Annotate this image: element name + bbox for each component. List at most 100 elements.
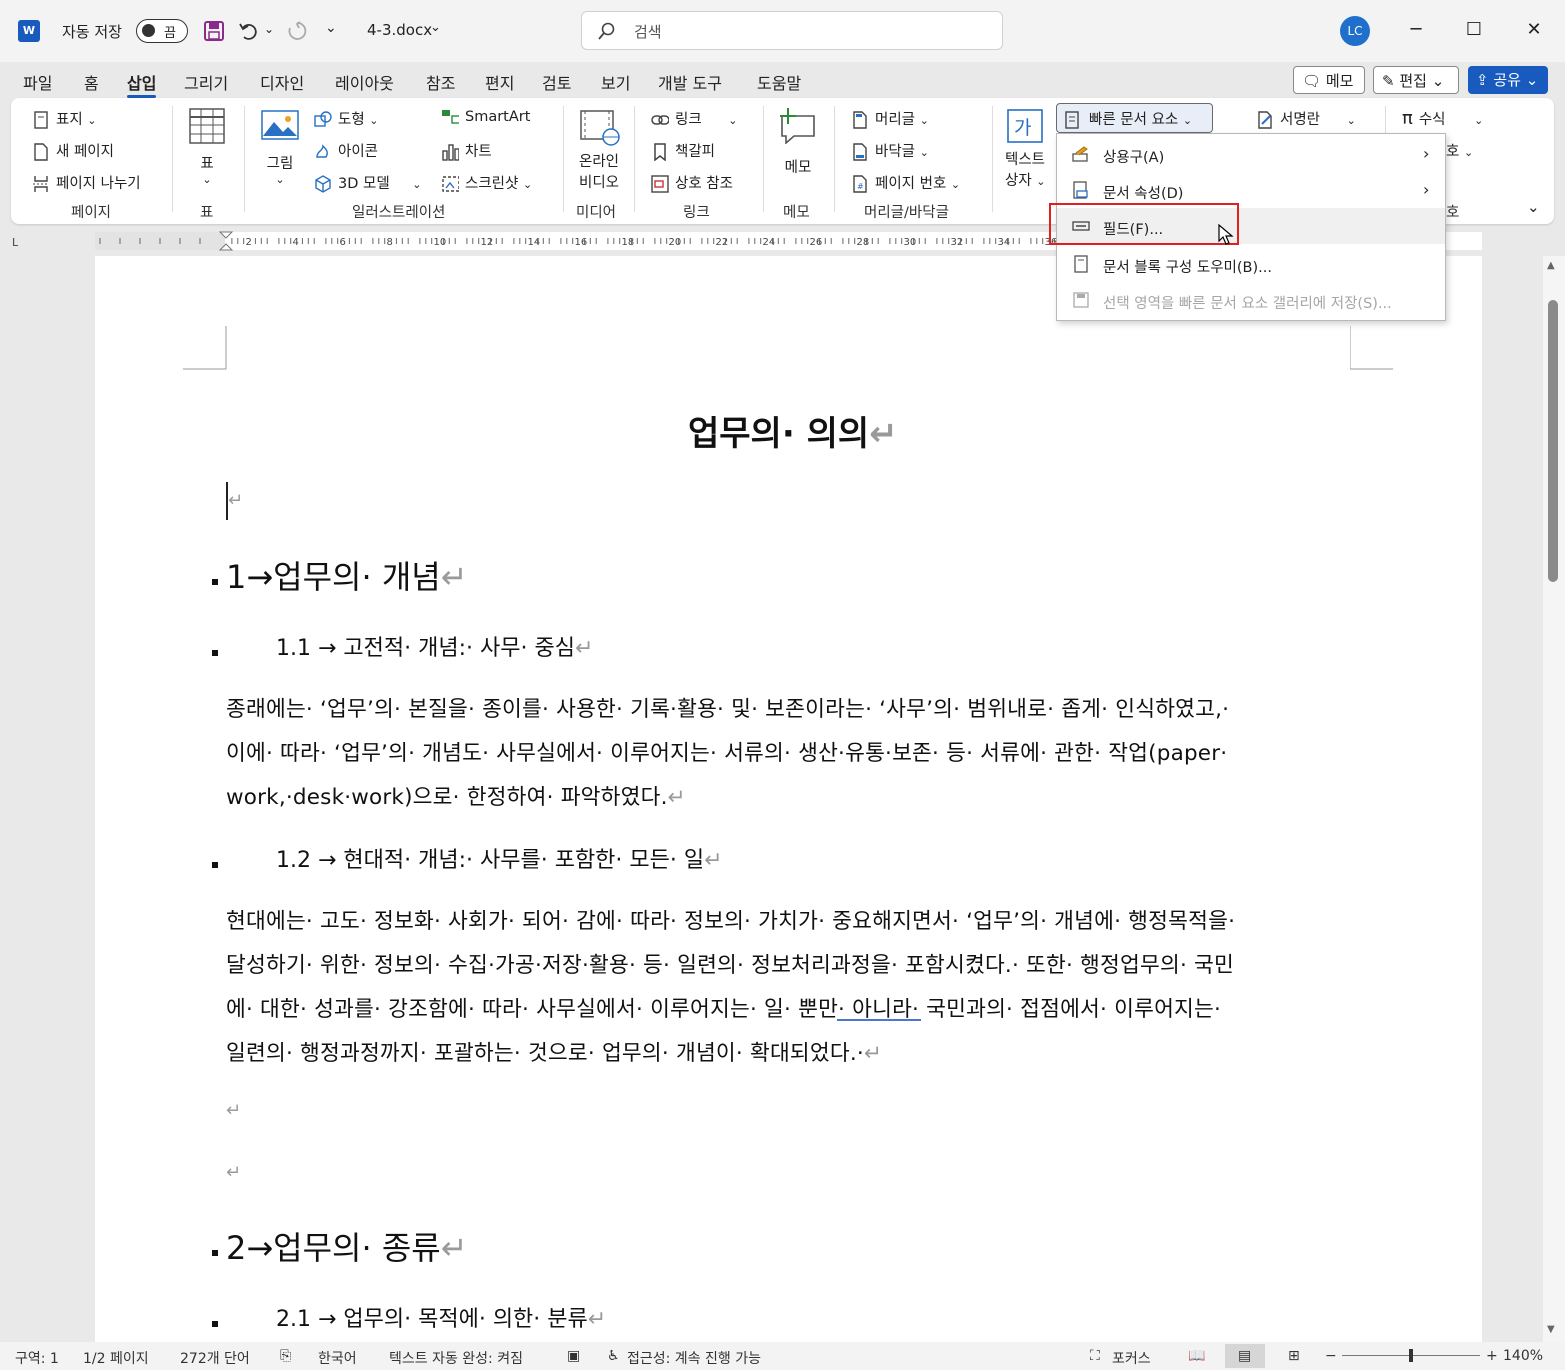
heading-2[interactable]: 2→업무의· 종류↵: [226, 1223, 468, 1269]
picture-button[interactable]: 그림 ⌄: [261, 110, 301, 186]
status-language[interactable]: 한국어: [318, 1348, 357, 1368]
signature-line-button[interactable]: 서명란 ⌄: [1256, 108, 1356, 129]
paragraph-line[interactable]: 종래에는· ‘업무’의· 본질을· 종이를· 사용한· 기록·활용· 및· 보존…: [226, 692, 1229, 723]
menu-item-save-selection[interactable]: 선택 영역을 빠른 문서 요소 갤러리에 저장(S)...: [1057, 282, 1445, 318]
tab-review[interactable]: 검토: [542, 70, 571, 94]
equation-button[interactable]: π 수식 ⌄: [1402, 108, 1483, 129]
focus-icon[interactable]: ⛶: [1090, 1348, 1100, 1364]
symbol-button[interactable]: 호 ⌄: [1446, 140, 1473, 161]
screenshot-button[interactable]: 스크린샷 ⌄: [441, 172, 532, 193]
search-input[interactable]: 검색: [581, 11, 1003, 50]
scroll-up-icon[interactable]: ▲: [1547, 260, 1555, 271]
read-mode-icon[interactable]: 📖: [1188, 1348, 1205, 1364]
web-layout-icon[interactable]: ⊞: [1288, 1348, 1300, 1364]
document-title[interactable]: 업무의· 의의↵: [688, 406, 898, 455]
shapes-button[interactable]: 도형 ⌄: [314, 108, 379, 129]
document-filename[interactable]: 4-3.docx: [367, 21, 432, 39]
page-break-button[interactable]: 페이지 나누기: [32, 172, 141, 193]
tab-file[interactable]: 파일: [23, 70, 52, 94]
scroll-down-icon[interactable]: ▼: [1547, 1324, 1555, 1335]
edit-mode-button[interactable]: ✎ 편집 ⌄: [1373, 66, 1459, 94]
tab-view[interactable]: 보기: [601, 70, 630, 94]
table-button[interactable]: 표 ⌄: [189, 108, 229, 186]
heading-2-1[interactable]: 2.1 → 업무의· 목적에· 의한· 분류↵: [276, 1301, 606, 1333]
proofing-icon[interactable]: ⎘: [280, 1348, 291, 1364]
tab-draw[interactable]: 그리기: [184, 70, 228, 94]
memo-button[interactable]: 🗨 메모: [1293, 66, 1365, 94]
paragraph-line[interactable]: 현대에는· 고도· 정보화· 사회가· 되어· 감에· 따라· 정보의· 가치가…: [226, 904, 1235, 935]
quick-parts-button[interactable]: 빠른 문서 요소 ⌄: [1056, 103, 1213, 133]
paragraph-line[interactable]: work,·desk·work)으로· 한정하여· 파악하였다.↵: [226, 780, 686, 811]
collapse-ribbon-icon[interactable]: ⌄: [1527, 198, 1540, 216]
text-box-button[interactable]: 가 텍스트 상자 ⌄: [1005, 108, 1051, 190]
status-zoom[interactable]: 140%: [1503, 1348, 1543, 1364]
chevron-down-icon: ⌄: [87, 114, 97, 127]
paragraph-line[interactable]: 달성하기· 위한· 정보의· 수집·가공·저장·활용· 등· 일련의· 정보처리…: [226, 948, 1234, 979]
tab-design[interactable]: 디자인: [260, 70, 304, 94]
status-page[interactable]: 1/2 페이지: [83, 1348, 149, 1368]
paragraph-line[interactable]: 일련의· 행정과정까지· 포괄하는· 것으로· 업무의· 개념이· 확대되었다.…: [226, 1036, 882, 1067]
undo-dropdown-icon[interactable]: ⌄: [264, 22, 274, 36]
tab-layout[interactable]: 레이아웃: [335, 70, 394, 94]
close-icon[interactable]: ✕: [1520, 16, 1548, 44]
link-button[interactable]: 링크 ⌄: [651, 108, 738, 129]
cross-reference-button[interactable]: 상호 참조: [651, 172, 733, 193]
tab-home[interactable]: 홈: [84, 70, 99, 94]
smartart-button[interactable]: SmartArt: [441, 108, 530, 126]
status-focus[interactable]: 포커스: [1112, 1348, 1151, 1368]
undo-icon[interactable]: [238, 20, 260, 42]
autosave-toggle[interactable]: 끔: [136, 19, 188, 43]
tab-references[interactable]: 참조: [426, 70, 455, 94]
vertical-ruler[interactable]: [0, 256, 30, 1342]
menu-item-autotext[interactable]: 상용구(A) ›: [1057, 136, 1445, 172]
macro-icon[interactable]: ▣: [567, 1348, 580, 1364]
heading-1[interactable]: 1→업무의· 개념↵: [226, 552, 468, 598]
page-number-button[interactable]: # 페이지 번호 ⌄: [851, 172, 960, 193]
share-button[interactable]: ⇪ 공유 ⌄: [1468, 66, 1548, 94]
filename-chevron-icon[interactable]: ⌄: [430, 20, 441, 35]
word-logo-icon: W: [18, 20, 40, 42]
minimize-icon[interactable]: ─: [1402, 16, 1430, 44]
paragraph-line[interactable]: 이에· 따라· ‘업무’의· 개념도· 사무실에서· 이루어지는· 서류의· 생…: [226, 736, 1227, 767]
status-word-count[interactable]: 272개 단어: [180, 1348, 250, 1368]
zoom-slider-thumb[interactable]: [1409, 1349, 1413, 1362]
heading-1-2[interactable]: 1.2 → 현대적· 개념:· 사무를· 포함한· 모든· 일↵: [276, 842, 723, 874]
icons-button[interactable]: 아이콘: [314, 140, 378, 161]
chart-button[interactable]: 차트: [441, 140, 492, 161]
tab-help[interactable]: 도움말: [757, 70, 801, 94]
heading-1-1[interactable]: 1.1 → 고전적· 개념:· 사무· 중심↵: [276, 630, 593, 662]
menu-item-building-blocks[interactable]: 문서 블록 구성 도우미(B)...: [1057, 246, 1445, 282]
cover-page-button[interactable]: 표지 ⌄: [32, 108, 97, 129]
paragraph-line[interactable]: 에· 대한· 성과를· 강조함에· 따라· 사무실에서· 이루어지는· 일· 뿐…: [226, 992, 1221, 1023]
chevron-down-icon: ⌄: [919, 114, 929, 127]
maximize-icon[interactable]: ☐: [1460, 16, 1488, 44]
redo-icon[interactable]: [286, 20, 308, 42]
edit-button-label: 편집: [1399, 72, 1427, 90]
status-autocomplete[interactable]: 텍스트 자동 완성: 켜짐: [389, 1348, 523, 1368]
online-video-button[interactable]: 온라인 비디오: [577, 110, 623, 192]
print-layout-button[interactable]: ▤: [1225, 1344, 1265, 1368]
blank-page-button[interactable]: 새 페이지: [32, 140, 114, 161]
3d-models-button[interactable]: 3D 모델 ⌄: [314, 172, 422, 193]
save-icon[interactable]: [203, 20, 225, 42]
bookmark-label: 책갈피: [675, 144, 716, 160]
customize-toolbar-icon[interactable]: ⌄: [325, 20, 337, 36]
paragraph-mark: ↵: [587, 1307, 607, 1332]
tab-mailings[interactable]: 편지: [485, 70, 514, 94]
status-section[interactable]: 구역: 1: [15, 1348, 59, 1368]
tab-insert[interactable]: 삽입: [127, 70, 157, 98]
zoom-in-icon[interactable]: +: [1486, 1348, 1498, 1364]
bookmark-button[interactable]: 책갈피: [651, 140, 715, 161]
new-comment-button[interactable]: 메모: [778, 108, 820, 177]
user-avatar[interactable]: LC: [1340, 16, 1370, 46]
header-button[interactable]: 머리글 ⌄: [851, 108, 929, 129]
status-accessibility[interactable]: 접근성: 계속 진행 가능: [627, 1348, 761, 1368]
zoom-out-icon[interactable]: −: [1325, 1348, 1337, 1364]
equation-label: 수식: [1418, 112, 1446, 128]
tab-developer[interactable]: 개발 도구: [658, 70, 722, 94]
footer-button[interactable]: 바닥글 ⌄: [851, 140, 929, 161]
accessibility-icon[interactable]: ♿: [607, 1348, 620, 1364]
vertical-scrollbar[interactable]: ▲ ▼: [1543, 256, 1565, 1342]
scrollbar-thumb[interactable]: [1548, 300, 1558, 582]
autosave-label: 자동 저장: [62, 23, 122, 41]
